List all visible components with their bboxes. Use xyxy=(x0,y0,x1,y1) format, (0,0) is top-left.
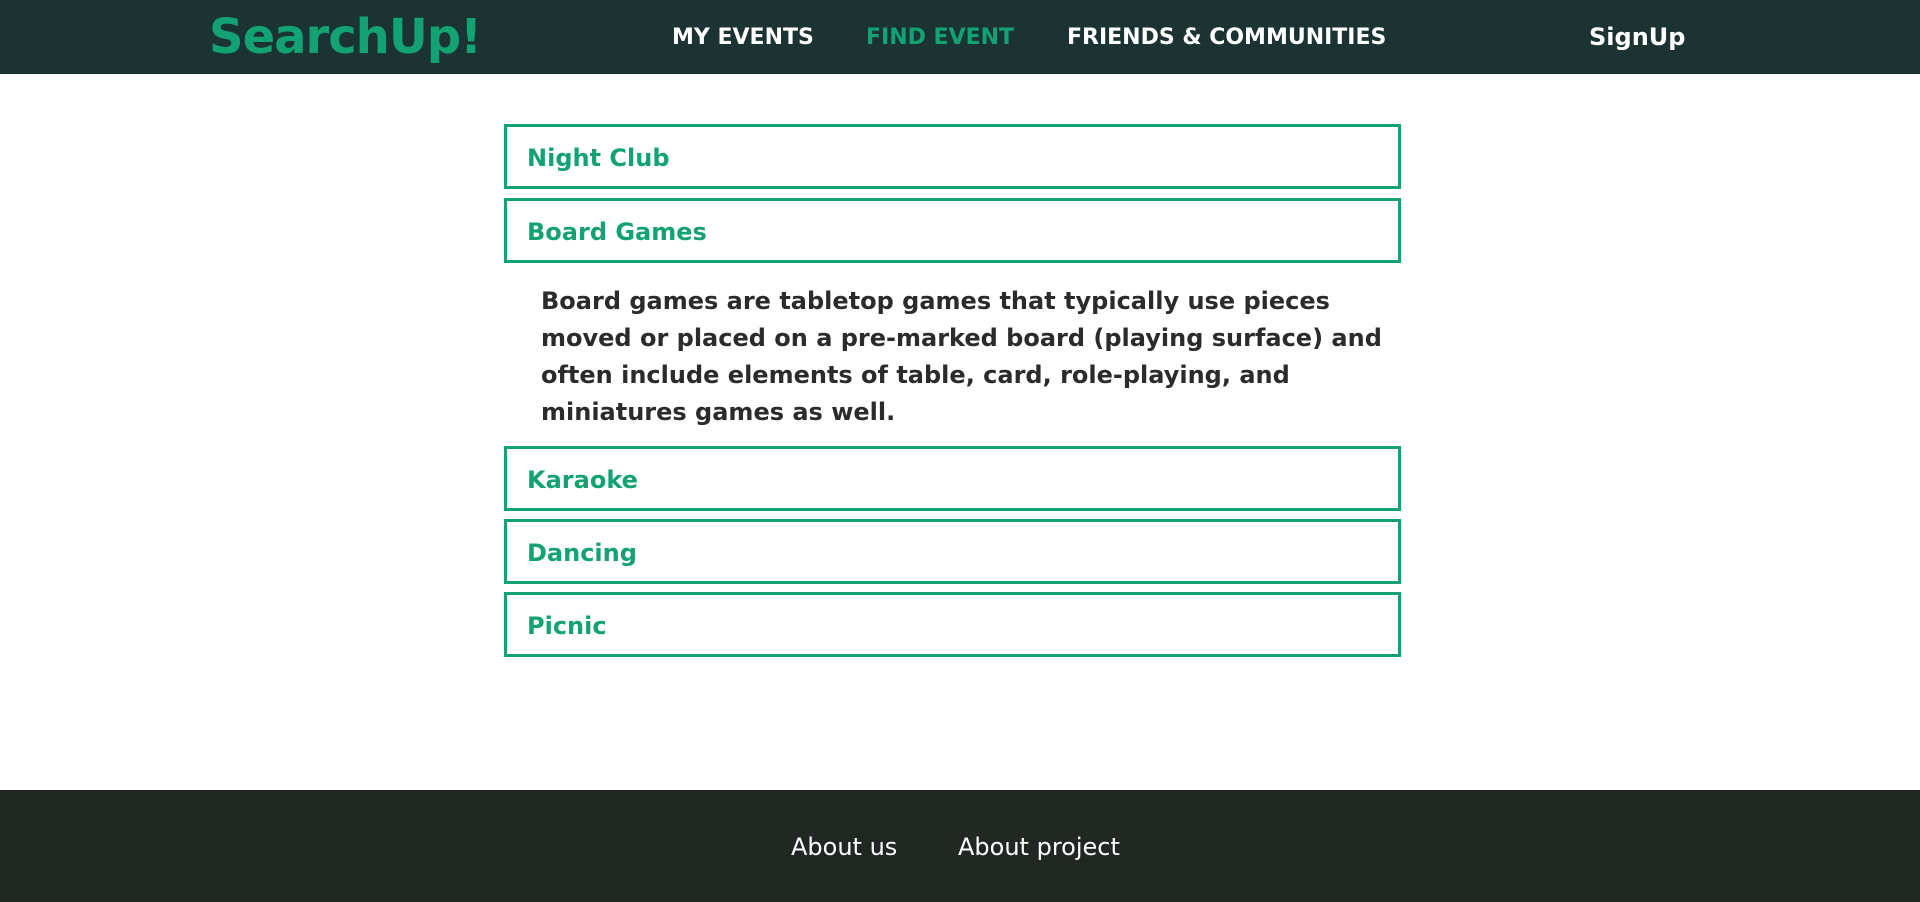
category-list: Night Club Board Games Board games are t… xyxy=(0,74,1920,790)
category-dancing[interactable]: Dancing xyxy=(504,519,1401,584)
footer-about-project-link[interactable]: About project xyxy=(958,830,1120,864)
category-board-games[interactable]: Board Games xyxy=(504,198,1401,263)
signup-button[interactable]: SignUp xyxy=(1589,21,1685,53)
top-navbar: SearchUp! MY EVENTS FIND EVENT FRIENDS &… xyxy=(0,0,1920,74)
category-label: Dancing xyxy=(527,539,637,567)
footer: About us About project xyxy=(0,790,1920,902)
category-label: Picnic xyxy=(527,612,607,640)
category-label: Karaoke xyxy=(527,466,638,494)
category-night-club[interactable]: Night Club xyxy=(504,124,1401,189)
category-karaoke[interactable]: Karaoke xyxy=(504,446,1401,511)
nav-my-events[interactable]: MY EVENTS xyxy=(672,23,814,53)
nav-friends-communities[interactable]: FRIENDS & COMMUNITIES xyxy=(1067,23,1386,53)
nav-find-event[interactable]: FIND EVENT xyxy=(866,23,1014,53)
footer-about-us-link[interactable]: About us xyxy=(791,830,897,864)
category-picnic[interactable]: Picnic xyxy=(504,592,1401,657)
category-label: Board Games xyxy=(527,218,707,246)
category-description: Board games are tabletop games that typi… xyxy=(541,287,1382,426)
searchup-logo[interactable]: SearchUp! xyxy=(209,9,482,65)
category-label: Night Club xyxy=(527,144,670,172)
